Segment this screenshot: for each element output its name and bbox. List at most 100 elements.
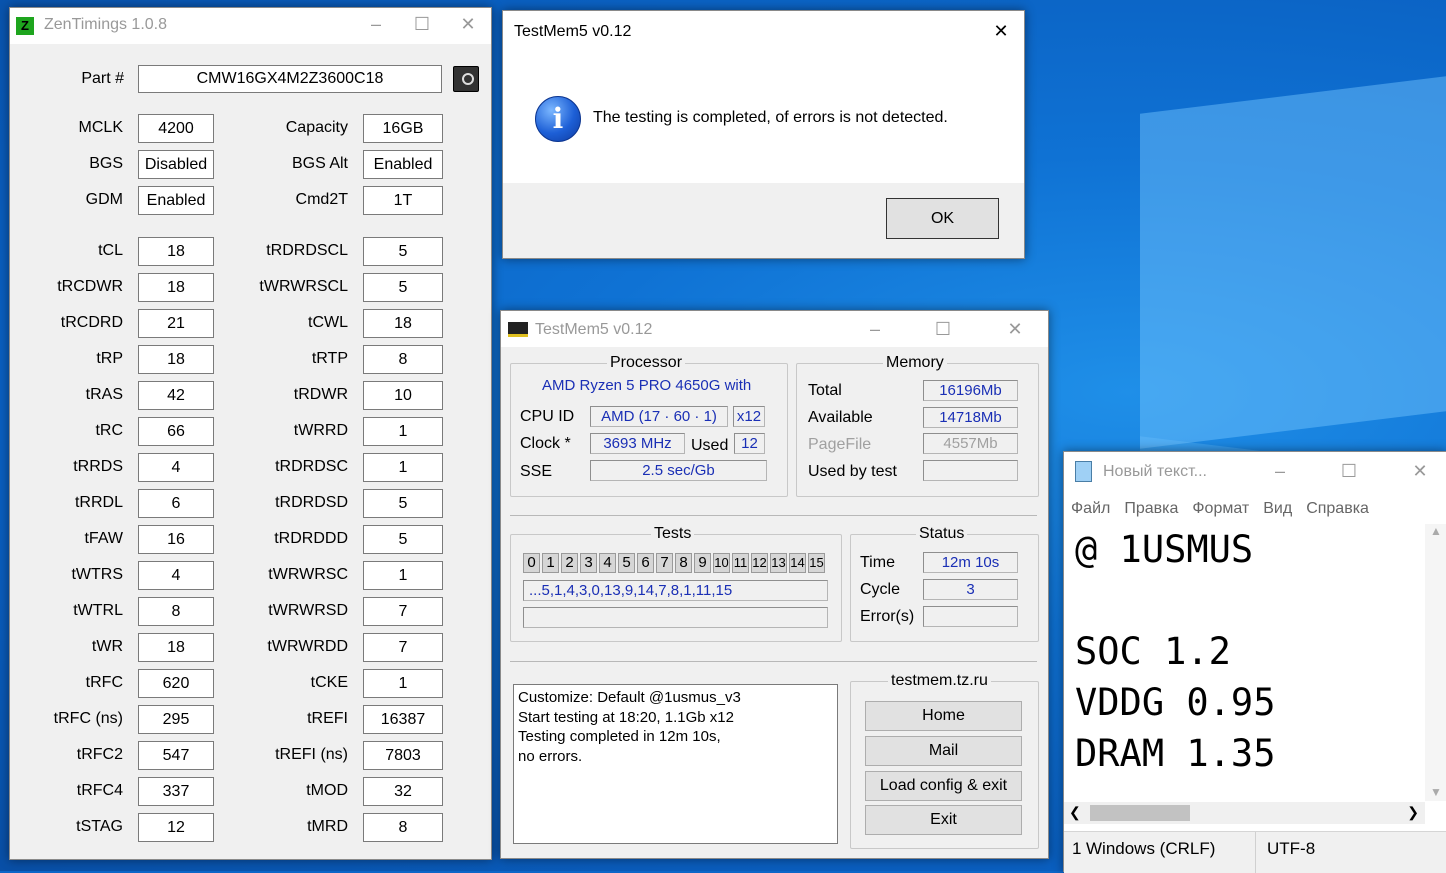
timing-label: tWRWRSD xyxy=(268,602,348,619)
timing-value: 8 xyxy=(363,813,443,842)
scroll-right-icon[interactable]: ❯ xyxy=(1407,804,1419,821)
test-cell: 8 xyxy=(675,553,692,573)
status-position: 1 xyxy=(1072,839,1082,858)
timing-label: tRFC (ns) xyxy=(53,710,123,727)
test-cell: 6 xyxy=(637,553,654,573)
timing-label: Capacity xyxy=(285,119,348,136)
scroll-left-icon[interactable]: ❮ xyxy=(1069,804,1081,821)
vertical-scrollbar[interactable]: ▲ ▼ xyxy=(1425,524,1446,801)
total-label: Total xyxy=(808,382,842,399)
timing-label: tCKE xyxy=(310,674,348,691)
cpu-name: AMD Ryzen 5 PRO 4650G with xyxy=(542,377,752,394)
used-field: 12 xyxy=(734,433,765,454)
timing-value: 620 xyxy=(138,669,214,698)
timing-value: 5 xyxy=(363,237,443,266)
test-sequence-field: ...5,1,4,3,0,13,9,14,7,8,1,11,15 xyxy=(523,580,828,601)
timing-label: tWRWRDD xyxy=(267,638,348,655)
home-button[interactable]: Home xyxy=(865,701,1022,731)
notepad-titlebar: Новый текст... – ☐ ✕ xyxy=(1064,452,1446,490)
log-line: Start testing at 18:20, 1.1Gb x12 xyxy=(518,708,734,726)
timing-value: 8 xyxy=(363,345,443,374)
test-cell: 4 xyxy=(599,553,616,573)
cpuid-label: CPU ID xyxy=(520,408,575,425)
testmem-title: TestMem5 v0.12 xyxy=(535,321,653,338)
notepad-window: Новый текст... – ☐ ✕ Файл Правка Формат Вид… xyxy=(1063,451,1446,873)
exit-button[interactable]: Exit xyxy=(865,805,1022,835)
timing-label: tRDRDSC xyxy=(275,458,348,475)
ok-button[interactable]: OK xyxy=(886,198,999,239)
timing-label: tMOD xyxy=(306,782,348,799)
menu-item[interactable]: Правка xyxy=(1124,500,1178,517)
timing-label: MCLK xyxy=(78,119,123,136)
menu-item[interactable]: Справка xyxy=(1306,500,1369,517)
timing-value: 10 xyxy=(363,381,443,410)
timing-label: tRCDRD xyxy=(60,314,123,331)
timing-label: tCL xyxy=(98,242,123,259)
menu-item[interactable]: Формат xyxy=(1192,500,1249,517)
scroll-up-icon[interactable]: ▲ xyxy=(1425,524,1446,538)
cycle-label: Cycle xyxy=(860,581,901,598)
timing-label: Cmd2T xyxy=(295,191,348,208)
test-cell: 3 xyxy=(580,553,597,573)
sse-label: SSE xyxy=(520,463,553,480)
timing-label: tRTP xyxy=(311,350,348,367)
timing-label: tMRD xyxy=(307,818,348,835)
close-button[interactable]: ✕ xyxy=(445,8,491,40)
timing-value: 16GB xyxy=(363,114,443,143)
timing-value: Enabled xyxy=(138,186,214,215)
timing-label: GDM xyxy=(85,191,123,208)
minimize-button[interactable]: – xyxy=(1257,455,1303,487)
log-textbox[interactable]: Customize: Default @1usmus_v3 Start testi… xyxy=(513,684,838,844)
timing-label: tRCDWR xyxy=(57,278,123,295)
timing-value: Enabled xyxy=(363,150,443,179)
text-line xyxy=(1075,575,1410,626)
minimize-button[interactable]: – xyxy=(353,8,399,40)
usedbytest-label: Used by test xyxy=(808,463,897,480)
notepad-icon xyxy=(1075,461,1092,482)
tests-heading: Tests xyxy=(651,525,695,543)
timing-label: tREFI xyxy=(307,710,348,727)
maximize-button[interactable]: ☐ xyxy=(1326,455,1372,487)
timing-label: tRAS xyxy=(85,386,123,403)
info-icon: i xyxy=(535,96,581,142)
minimize-button[interactable]: – xyxy=(852,313,898,345)
maximize-button[interactable]: ☐ xyxy=(920,313,966,345)
timing-label: tREFI (ns) xyxy=(275,746,348,763)
timing-label: tRDRDDD xyxy=(274,530,348,547)
menu-item[interactable]: Вид xyxy=(1263,500,1292,517)
load-config-exit-button[interactable]: Load config & exit xyxy=(865,771,1022,801)
close-button[interactable]: ✕ xyxy=(1397,455,1443,487)
clock-label: Clock * xyxy=(520,435,571,452)
timing-label: tRC xyxy=(95,422,123,439)
text-line: DRAM 1.35 xyxy=(1075,732,1276,775)
test-cell: 12 xyxy=(751,553,768,573)
status-heading: Status xyxy=(916,525,968,543)
timing-label: tRDRDSD xyxy=(275,494,348,511)
dialog-close-button[interactable]: ✕ xyxy=(978,15,1024,47)
scroll-down-icon[interactable]: ▼ xyxy=(1425,785,1446,799)
mail-button[interactable]: Mail xyxy=(865,736,1022,766)
test-cell: 15 xyxy=(808,553,825,573)
timing-label: tWR xyxy=(91,638,123,655)
timing-value: 6 xyxy=(138,489,214,518)
test-cell: 0 xyxy=(523,553,540,573)
notepad-title: Новый текст... xyxy=(1103,463,1207,480)
timing-label: tRFC2 xyxy=(76,746,123,763)
close-button[interactable]: ✕ xyxy=(992,313,1038,345)
timing-value: 18 xyxy=(138,237,214,266)
maximize-button[interactable]: ☐ xyxy=(399,8,445,40)
timing-label: tWRRD xyxy=(293,422,348,439)
testmem-titlebar: TestMem5 v0.12 – ☐ ✕ xyxy=(501,311,1048,347)
timing-label: tWTRS xyxy=(71,566,123,583)
screenshot-camera-icon[interactable] xyxy=(453,66,479,92)
timing-label: tRP xyxy=(96,350,123,367)
timing-value: 7 xyxy=(363,633,443,662)
available-field: 14718Mb xyxy=(923,407,1018,428)
timing-value: 337 xyxy=(138,777,214,806)
timing-label: tWTRL xyxy=(73,602,123,619)
scroll-thumb[interactable] xyxy=(1090,805,1190,821)
status-divider xyxy=(1255,832,1256,873)
notepad-text-area[interactable]: @ 1USMUS SOC 1.2 VDDG 0.95 DRAM 1.35 xyxy=(1075,524,1410,799)
menu-item[interactable]: Файл xyxy=(1071,500,1110,517)
horizontal-scrollbar[interactable]: ❮ ❯ xyxy=(1064,802,1425,824)
